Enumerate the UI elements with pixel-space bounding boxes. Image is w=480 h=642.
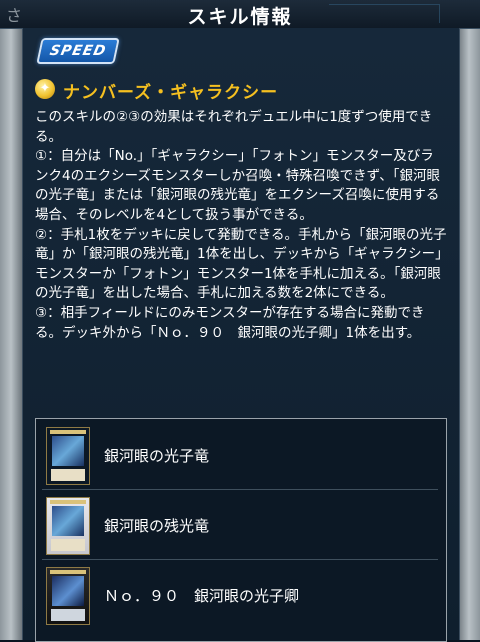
card-thumbnail (46, 567, 90, 625)
header-decoration (329, 4, 440, 23)
card-name: 銀河眼の光子竜 (104, 447, 210, 465)
card-list-item[interactable]: 銀河眼の残光竜 (42, 495, 438, 560)
speed-badge-label: SPEED (48, 43, 108, 59)
card-name: 銀河眼の残光竜 (104, 517, 210, 535)
card-list-item[interactable]: Ｎｏ．９０ 銀河眼の光子卿 (42, 565, 438, 629)
header-bar: さ スキル情報 (0, 0, 480, 29)
skill-description-text: このスキルの②③の効果はそれぞれデュエル中に1度ずつ使用できる。 ①：自分は「N… (35, 109, 447, 341)
skill-panel[interactable]: SPEED ✦ ナンバーズ・ギャラクシー このスキルの②③の効果はそれぞれデュエ… (22, 28, 460, 642)
skill-name: ナンバーズ・ギャラクシー (63, 83, 279, 103)
related-card-list: 銀河眼の光子竜 銀河眼の残光竜 Ｎｏ．９０ 銀河眼の光子卿 (35, 418, 447, 642)
card-list-item[interactable]: 銀河眼の光子竜 (42, 425, 438, 490)
skill-title-row: ✦ ナンバーズ・ギャラクシー (35, 78, 455, 103)
card-name: Ｎｏ．９０ 銀河眼の光子卿 (104, 587, 300, 605)
frame-right (458, 0, 480, 640)
speed-badge: SPEED (36, 38, 120, 64)
frame-left (0, 0, 22, 640)
card-thumbnail (46, 427, 90, 485)
skill-description: このスキルの②③の効果はそれぞれデュエル中に1度ずつ使用できる。 ①：自分は「N… (35, 108, 447, 343)
card-thumbnail (46, 497, 90, 555)
skill-star-icon: ✦ (35, 79, 55, 99)
